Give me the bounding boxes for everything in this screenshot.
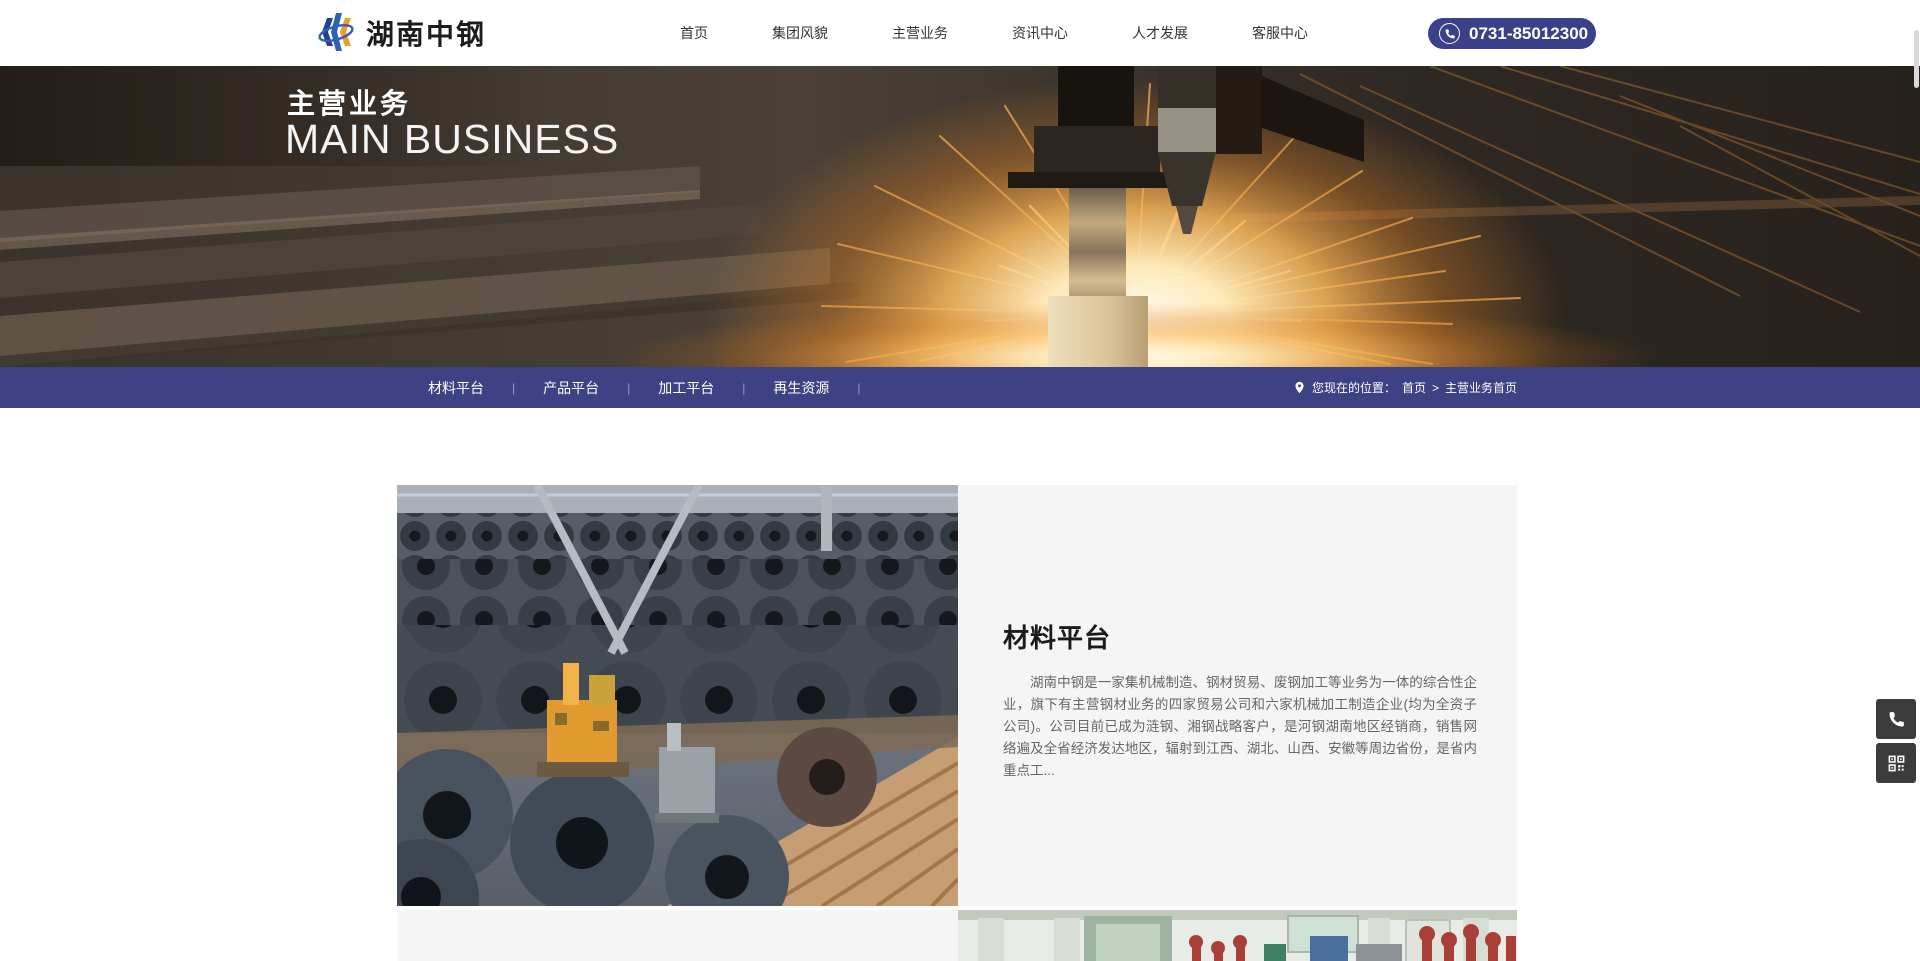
hero-title-en: MAIN BUSINESS bbox=[285, 116, 619, 163]
steel-coils-photo bbox=[397, 485, 958, 906]
machining-workshop-image bbox=[958, 910, 1517, 961]
breadcrumb-home-link[interactable]: 首页 bbox=[1402, 379, 1426, 396]
steel-coils-warehouse-image bbox=[397, 485, 958, 906]
header: 湖南中钢 首页 集团风貌 主营业务 资讯中心 人才发展 客服中心 0731-85… bbox=[0, 0, 1920, 66]
subnav-item-recycling-resources[interactable]: 再生资源 bbox=[745, 378, 857, 398]
breadcrumb-separator: > bbox=[1432, 381, 1439, 395]
nav-item-news-center[interactable]: 资讯中心 bbox=[980, 23, 1100, 43]
phone-icon bbox=[1887, 710, 1906, 729]
section-product-platform-panel bbox=[397, 910, 958, 961]
subnav-item-material-platform[interactable]: 材料平台 bbox=[400, 378, 512, 398]
breadcrumb: 您现在的位置： 首页 > 主营业务首页 bbox=[1293, 367, 1517, 408]
subnav-item-product-platform[interactable]: 产品平台 bbox=[515, 378, 627, 398]
breadcrumb-label: 您现在的位置： bbox=[1312, 379, 1396, 396]
page: 湖南中钢 首页 集团风貌 主营业务 资讯中心 人才发展 客服中心 0731-85… bbox=[0, 0, 1920, 961]
floating-qr-button[interactable] bbox=[1876, 743, 1916, 783]
floating-phone-button[interactable] bbox=[1876, 699, 1916, 739]
hero-banner: 主营业务 MAIN BUSINESS bbox=[0, 66, 1920, 367]
hotline-button[interactable]: 0731-85012300 bbox=[1428, 18, 1596, 49]
workshop-photo bbox=[958, 910, 1517, 961]
section-body-text: 湖南中钢是一家集机械制造、钢材贸易、废钢加工等业务为一体的综合性企业，旗下有主营… bbox=[1003, 672, 1477, 782]
logo-mark-icon bbox=[315, 10, 357, 56]
phone-icon bbox=[1439, 23, 1460, 44]
sub-navigation-bar: 材料平台 | 产品平台 | 加工平台 | 再生资源 | 您现在的位置： 首页 >… bbox=[0, 367, 1920, 408]
logo-text: 湖南中钢 bbox=[366, 13, 486, 53]
subnav-item-processing-platform[interactable]: 加工平台 bbox=[630, 378, 742, 398]
qr-code-icon bbox=[1887, 754, 1906, 773]
subnav-separator: | bbox=[857, 381, 860, 395]
main-navigation: 首页 集团风貌 主营业务 资讯中心 人才发展 客服中心 bbox=[648, 0, 1340, 66]
nav-item-main-business[interactable]: 主营业务 bbox=[860, 23, 980, 43]
nav-item-service-center[interactable]: 客服中心 bbox=[1220, 23, 1340, 43]
scrollbar-thumb[interactable] bbox=[1914, 30, 1919, 88]
hotline-number: 0731-85012300 bbox=[1469, 24, 1588, 44]
nav-item-talent[interactable]: 人才发展 bbox=[1100, 23, 1220, 43]
subnav-items: 材料平台 | 产品平台 | 加工平台 | 再生资源 | bbox=[400, 367, 861, 408]
company-logo[interactable]: 湖南中钢 bbox=[315, 9, 486, 57]
location-pin-icon bbox=[1293, 380, 1306, 395]
nav-item-home[interactable]: 首页 bbox=[648, 23, 740, 43]
section-title: 材料平台 bbox=[958, 485, 1517, 655]
section-material-platform: 材料平台 湖南中钢是一家集机械制造、钢材贸易、废钢加工等业务为一体的综合性企业，… bbox=[958, 485, 1517, 906]
nav-item-group-profile[interactable]: 集团风貌 bbox=[740, 23, 860, 43]
breadcrumb-current: 主营业务首页 bbox=[1445, 379, 1517, 396]
